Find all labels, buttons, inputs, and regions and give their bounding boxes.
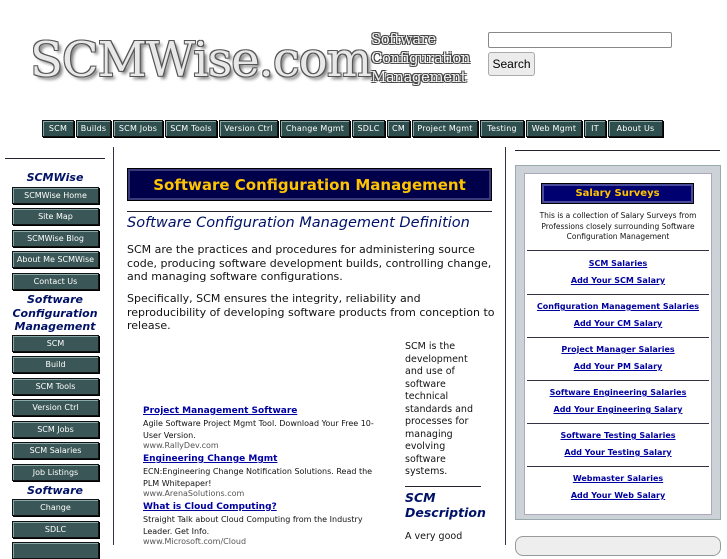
salary-intro: This is a collection of Salary Surveys f… xyxy=(539,211,697,241)
sidebar-item-scmwise-blog[interactable]: SCMWise Blog xyxy=(12,230,99,247)
sidebar-item-job-listings[interactable]: Job Listings xyxy=(12,464,99,481)
add-salary-link[interactable]: Add Your Testing Salary xyxy=(524,448,712,457)
ad-url[interactable]: www.RallyDev.com xyxy=(143,441,219,450)
divider xyxy=(527,250,709,251)
add-salary-link[interactable]: Add Your Engineering Salary xyxy=(524,405,712,414)
definition-paragraph: SCM are the practices and procedures for… xyxy=(127,243,492,283)
description-text: A very good xyxy=(405,531,463,542)
nav-scm[interactable]: SCM xyxy=(42,120,74,137)
nav-version-ctrl[interactable]: Version Ctrl xyxy=(219,120,278,137)
sidebar-item-scm-jobs[interactable]: SCM Jobs xyxy=(12,421,99,438)
next-panel xyxy=(515,536,721,556)
description-title: SCM Description xyxy=(405,490,486,520)
divider xyxy=(515,150,720,151)
divider xyxy=(527,466,709,467)
site-tagline: Software Configuration Management xyxy=(371,30,470,87)
salary-survey-link[interactable]: Configuration Management Salaries xyxy=(524,302,712,311)
column-divider xyxy=(113,147,114,545)
search-button[interactable]: Search xyxy=(488,52,535,76)
salary-survey-link[interactable]: Project Manager Salaries xyxy=(524,345,712,354)
salary-survey-link[interactable]: Software Engineering Salaries xyxy=(524,388,712,397)
ad-title-link[interactable]: Project Management Software xyxy=(143,406,297,416)
sidebar-heading-software: Software xyxy=(27,484,83,497)
sidebar-item-scmwise-home[interactable]: SCMWise Home xyxy=(12,187,99,204)
tagline-line: Management xyxy=(371,68,467,86)
divider xyxy=(527,294,709,295)
sidebar-item-change[interactable]: Change xyxy=(12,499,99,516)
nav-builds[interactable]: Builds xyxy=(76,120,111,137)
site-logo[interactable]: SCMWise.com xyxy=(30,32,372,88)
divider xyxy=(127,211,492,212)
salary-survey-link[interactable]: Webmaster Salaries xyxy=(524,474,712,483)
definition-paragraph: Specifically, SCM ensures the integrity,… xyxy=(127,292,495,332)
nav-sdlc[interactable]: SDLC xyxy=(352,120,385,137)
sidebar-heading-scmwise: SCMWise xyxy=(26,171,84,184)
nav-change-mgmt[interactable]: Change Mgmt xyxy=(280,120,350,137)
nav-project-mgmt[interactable]: Project Mgmt xyxy=(412,120,478,137)
salary-surveys-banner: Salary Surveys xyxy=(541,183,694,204)
column-divider xyxy=(505,147,506,545)
ad-title-link[interactable]: What is Cloud Computing? xyxy=(143,502,277,512)
ad-text: Straight Talk about Cloud Computing from… xyxy=(143,515,363,536)
nav-testing[interactable]: Testing xyxy=(480,120,524,137)
page-title-banner: Software Configuration Management xyxy=(127,168,492,201)
sidebar-item-build[interactable]: Build xyxy=(12,356,99,373)
ad-text: ECN:Engineering Change Notification Solu… xyxy=(143,467,373,488)
sidebar-item-version-ctrl[interactable]: Version Ctrl xyxy=(12,399,99,416)
sidebar-item-about-me[interactable]: About Me SCMWise xyxy=(12,251,99,268)
nav-cm[interactable]: CM xyxy=(387,120,410,137)
description-title-line: SCM Description xyxy=(405,490,486,520)
tagline-line: Configuration xyxy=(371,49,470,67)
ad-url[interactable]: www.ArenaSolutions.com xyxy=(143,489,244,498)
sidebar-item-contact-us[interactable]: Contact Us xyxy=(12,273,99,290)
add-salary-link[interactable]: Add Your PM Salary xyxy=(524,362,712,371)
sidebar-item-scm-tools[interactable]: SCM Tools xyxy=(12,378,99,395)
divider xyxy=(527,423,709,424)
sidebar-heading-scm: Software Configuration Management xyxy=(12,293,98,333)
top-navigation: SCM Builds SCM Jobs SCM Tools Version Ct… xyxy=(42,120,663,137)
add-salary-link[interactable]: Add Your SCM Salary xyxy=(524,276,712,285)
divider xyxy=(5,158,105,159)
ad-title-link[interactable]: Engineering Change Mgmt xyxy=(143,454,277,464)
divider xyxy=(527,380,709,381)
add-salary-link[interactable]: Add Your CM Salary xyxy=(524,319,712,328)
nav-it[interactable]: IT xyxy=(584,120,606,137)
definition-title: Software Configuration Management Defini… xyxy=(127,215,470,231)
sidebar-item-scm-salaries[interactable]: SCM Salaries xyxy=(12,442,99,459)
search-input[interactable] xyxy=(488,32,672,48)
add-salary-link[interactable]: Add Your Web Salary xyxy=(524,491,712,500)
sidebar-item-scm[interactable]: SCM xyxy=(12,335,99,352)
divider xyxy=(527,337,709,338)
sidebar-item-site-map[interactable]: Site Map xyxy=(12,208,99,225)
ad-text: Agile Software Project Mgmt Tool. Downlo… xyxy=(143,419,374,440)
nav-scm-jobs[interactable]: SCM Jobs xyxy=(113,120,163,137)
scm-blurb: SCM is the development and use of softwa… xyxy=(405,341,473,477)
salary-survey-link[interactable]: SCM Salaries xyxy=(524,259,712,268)
salary-survey-link[interactable]: Software Testing Salaries xyxy=(524,431,712,440)
sidebar-item-sdlc[interactable]: SDLC xyxy=(12,521,99,538)
nav-web-mgmt[interactable]: Web Mgmt xyxy=(526,120,582,137)
nav-about-us[interactable]: About Us xyxy=(608,120,663,137)
divider xyxy=(405,486,481,487)
nav-scm-tools[interactable]: SCM Tools xyxy=(165,120,217,137)
tagline-line: Software xyxy=(371,30,436,48)
